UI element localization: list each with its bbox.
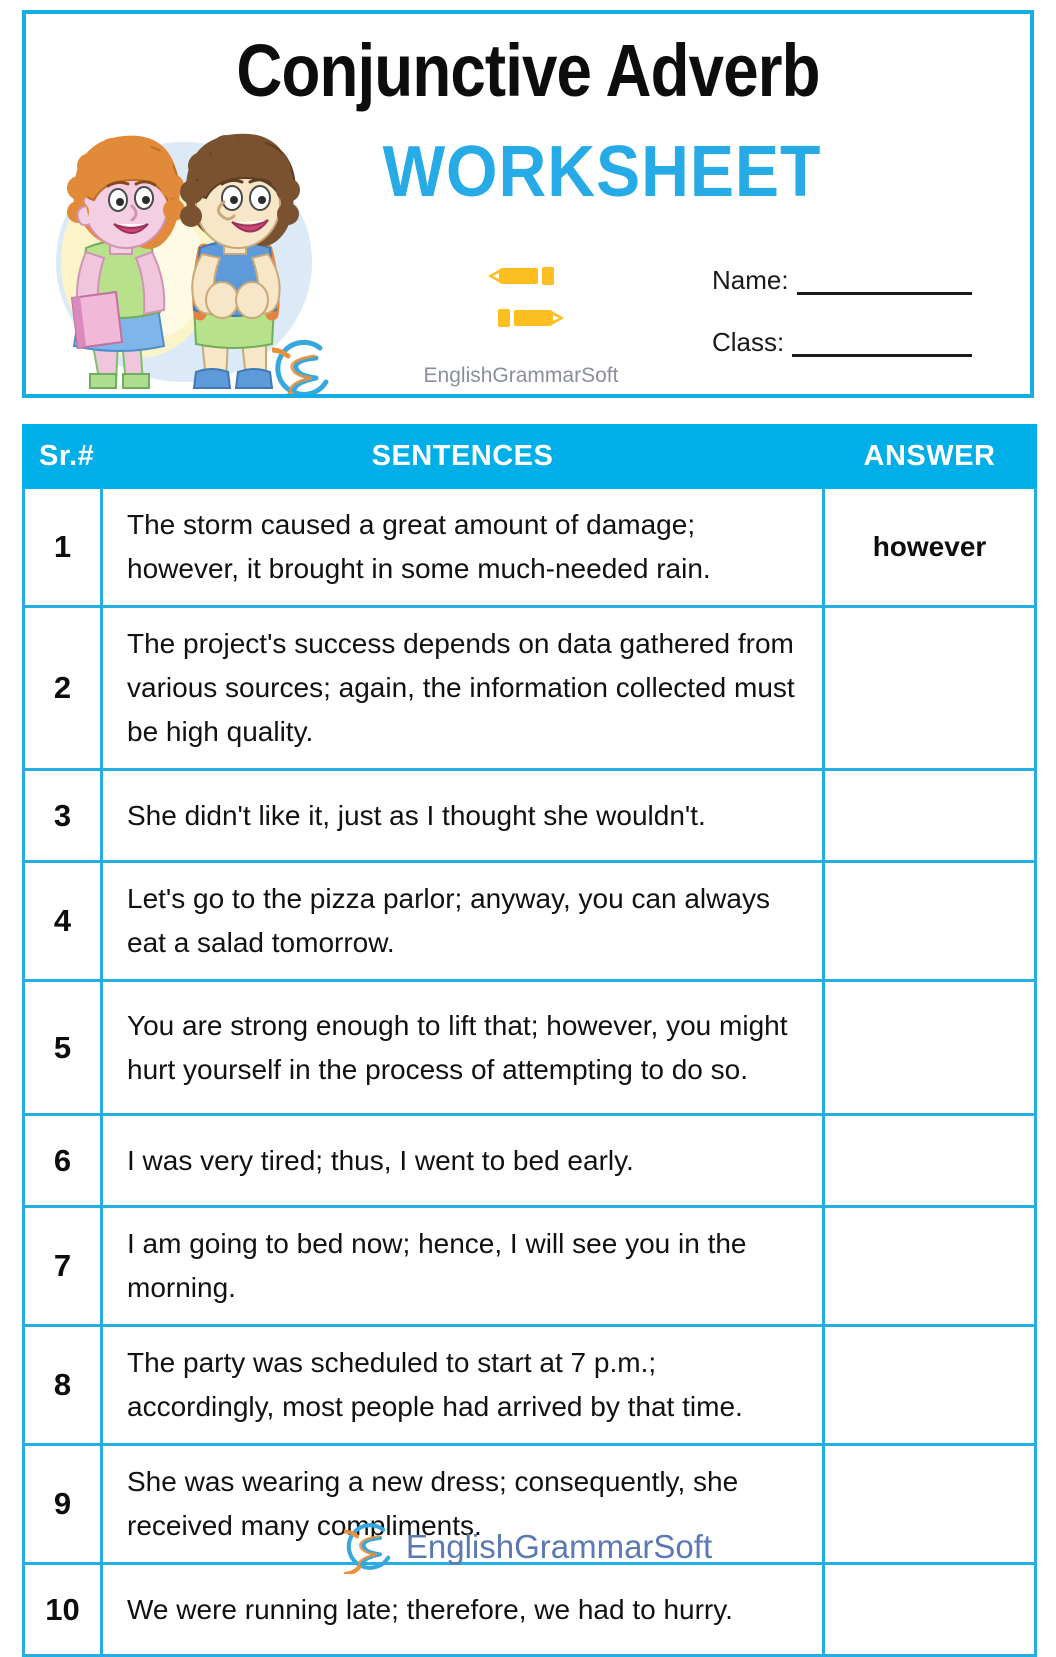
column-header-sr: Sr.# [22, 424, 103, 489]
row-sentence: The storm caused a great amount of damag… [100, 486, 825, 608]
page-title: Conjunctive Adverb [236, 29, 820, 112]
class-label: Class: [712, 327, 785, 357]
table-row: 5 You are strong enough to lift that; ho… [22, 979, 1037, 1116]
class-input-line[interactable] [792, 328, 972, 357]
row-answer[interactable] [822, 860, 1037, 982]
table-row: 7 I am going to bed now; hence, I will s… [22, 1205, 1037, 1327]
column-header-sentences: SENTENCES [100, 424, 825, 489]
row-sentence: She didn't like it, just as I thought sh… [100, 768, 825, 863]
footer-brand-logo-icon [320, 1520, 398, 1577]
row-sentence: We were running late; therefore, we had … [100, 1562, 825, 1657]
brand-logo-icon [242, 336, 338, 394]
table-header: Sr.# SENTENCES ANSWER [22, 424, 1037, 489]
row-number: 8 [22, 1324, 103, 1446]
table-row: 4 Let's go to the pizza parlor; anyway, … [22, 860, 1037, 982]
table-row: 3 She didn't like it, just as I thought … [22, 768, 1037, 863]
row-sentence: Let's go to the pizza parlor; anyway, yo… [100, 860, 825, 982]
row-sentence: The project's success depends on data ga… [100, 605, 825, 771]
header-brand-text: EnglishGrammarSoft [423, 364, 619, 387]
name-field-row: Name: [712, 259, 972, 295]
row-answer[interactable] [822, 979, 1037, 1116]
class-field-row: Class: [712, 321, 972, 357]
student-info-fields: Name: Class: [712, 259, 972, 383]
column-header-answer: ANSWER [822, 424, 1037, 489]
table-row: 6 I was very tired; thus, I went to bed … [22, 1113, 1037, 1208]
table-header-row: Sr.# SENTENCES ANSWER [22, 424, 1037, 489]
table-row: 2 The project's success depends on data … [22, 605, 1037, 771]
row-answer[interactable] [822, 768, 1037, 863]
row-sentence: I was very tired; thus, I went to bed ea… [100, 1113, 825, 1208]
row-answer[interactable] [822, 605, 1037, 771]
name-input-line[interactable] [796, 266, 972, 295]
row-number: 6 [22, 1113, 103, 1208]
row-number: 7 [22, 1205, 103, 1327]
worksheet-table: Sr.# SENTENCES ANSWER 1 The storm caused… [22, 424, 1037, 1657]
row-answer[interactable] [822, 1324, 1037, 1446]
page-subtitle: WORKSHEET [382, 132, 822, 212]
row-number: 10 [22, 1562, 103, 1657]
worksheet-header-panel: Conjunctive Adverb WORKSHEET EnglishGram… [22, 10, 1034, 398]
table-row: 1 The storm caused a great amount of dam… [22, 486, 1037, 608]
row-number: 1 [22, 486, 103, 608]
row-number: 5 [22, 979, 103, 1116]
row-answer[interactable] [822, 1562, 1037, 1657]
name-label: Name: [712, 265, 789, 295]
footer: EnglishGrammarSoft [0, 1520, 1056, 1577]
table-row: 8 The party was scheduled to start at 7 … [22, 1324, 1037, 1446]
row-number: 2 [22, 605, 103, 771]
worksheet-page: Conjunctive Adverb WORKSHEET EnglishGram… [0, 0, 1056, 1657]
row-sentence: You are strong enough to lift that; howe… [100, 979, 825, 1116]
table-row: 10 We were running late; therefore, we h… [22, 1562, 1037, 1657]
row-answer[interactable]: however [822, 486, 1037, 608]
row-answer[interactable] [822, 1113, 1037, 1208]
row-sentence: I am going to bed now; hence, I will see… [100, 1205, 825, 1327]
footer-brand-text: EnglishGrammarSoft [405, 1528, 713, 1565]
row-answer[interactable] [822, 1205, 1037, 1327]
row-sentence: The party was scheduled to start at 7 p.… [100, 1324, 825, 1446]
row-number: 3 [22, 768, 103, 863]
table-body: 1 The storm caused a great amount of dam… [22, 486, 1037, 1657]
row-number: 4 [22, 860, 103, 982]
pencils-icon [466, 262, 586, 342]
